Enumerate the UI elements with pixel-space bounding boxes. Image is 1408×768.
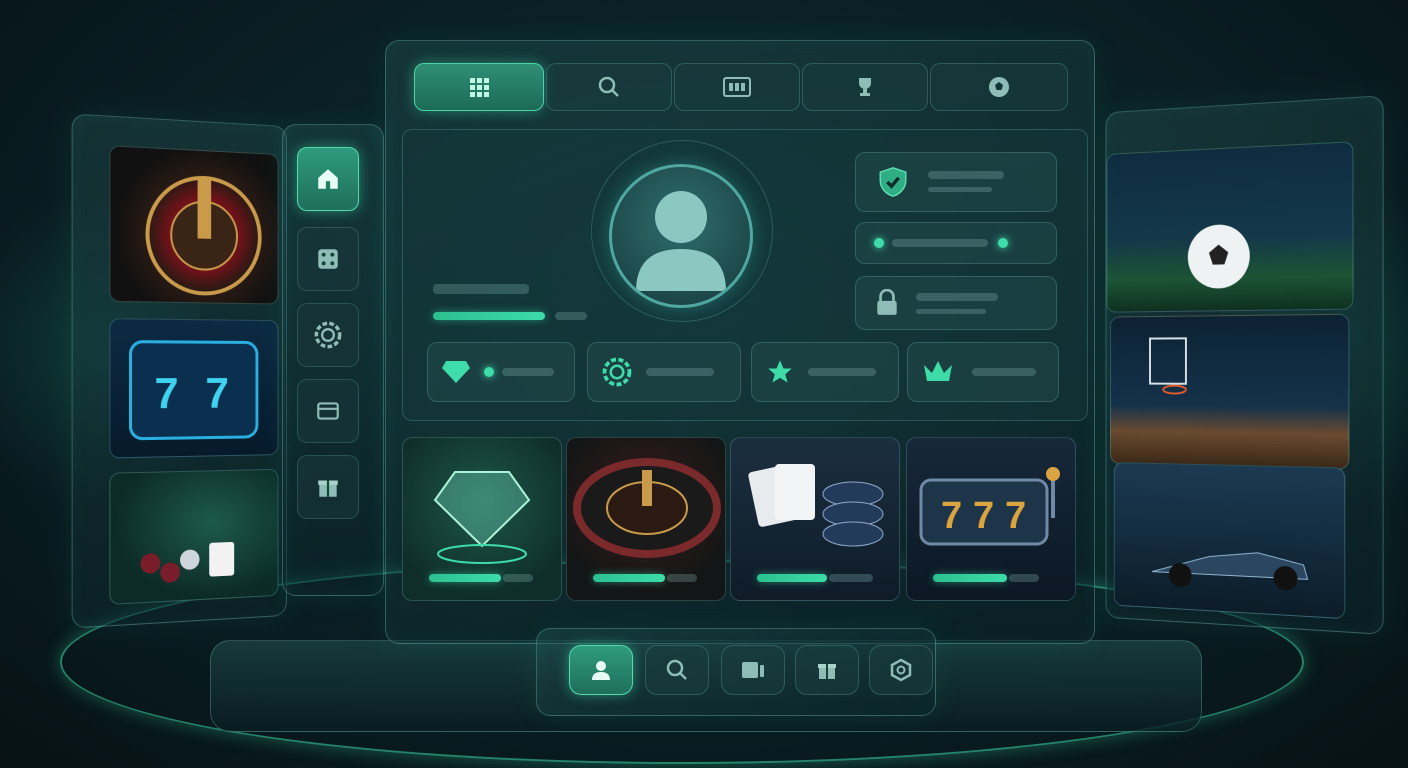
dock-cards-button[interactable] <box>721 645 785 695</box>
svg-text:7: 7 <box>1005 495 1026 537</box>
game-tile-diamond[interactable] <box>402 437 562 601</box>
shield-check-icon <box>879 167 907 197</box>
slot-reels-icon <box>723 77 751 97</box>
left-thumb-slot[interactable]: 77 <box>109 318 279 459</box>
grid-icon <box>470 78 489 97</box>
tile-progress-track <box>667 574 697 582</box>
svg-text:7: 7 <box>154 369 178 418</box>
profile-card <box>402 129 1088 421</box>
tab-grid[interactable] <box>414 63 544 111</box>
stat-bar <box>646 368 714 376</box>
toggle-dot-right <box>998 238 1008 248</box>
dock-gift-button[interactable] <box>795 645 859 695</box>
right-sports-panel <box>1105 95 1384 635</box>
poker-chip-icon <box>602 357 632 387</box>
stat-dot <box>484 367 494 377</box>
game-tile-roulette[interactable] <box>566 437 726 601</box>
tab-search[interactable] <box>546 63 672 111</box>
poker-chip-icon <box>314 321 342 349</box>
diamond-art-icon <box>433 471 531 564</box>
stat-bar <box>502 368 554 376</box>
home-icon <box>318 169 338 189</box>
star-icon <box>768 360 792 383</box>
svg-text:7: 7 <box>205 369 229 418</box>
level-progress-track <box>555 312 587 320</box>
security-line-2 <box>928 187 992 192</box>
toggle-dot-left <box>874 238 884 248</box>
stat-card-star[interactable] <box>751 342 899 402</box>
settings-icon <box>890 658 912 682</box>
security-line-1 <box>928 171 1004 179</box>
soccer-ball-icon <box>1187 223 1250 289</box>
user-icon <box>592 661 610 680</box>
dock-profile-button[interactable] <box>569 645 633 695</box>
tile-progress-fill <box>429 574 501 582</box>
sidebar-item-dice[interactable] <box>297 227 359 291</box>
gift-icon <box>318 480 338 497</box>
bottom-dock <box>536 628 936 716</box>
basketball-hoop-icon <box>1111 315 1348 469</box>
tab-trophy[interactable] <box>802 63 928 111</box>
main-panel: 777 <box>385 40 1095 644</box>
search-icon <box>598 76 619 97</box>
toggle-setting-card[interactable] <box>855 222 1057 264</box>
diamond-icon <box>442 361 470 383</box>
user-avatar-icon <box>636 191 726 291</box>
poker-table-icon <box>140 541 235 584</box>
tile-progress-fill <box>593 574 665 582</box>
race-car-icon <box>1115 463 1345 592</box>
game-tile-slots[interactable]: 777 <box>906 437 1076 601</box>
left-thumb-roulette[interactable] <box>109 145 279 305</box>
username-placeholder <box>433 284 529 294</box>
toggle-track[interactable] <box>892 239 988 247</box>
soccer-ball-icon <box>989 77 1009 97</box>
slot-777-art-icon: 777 <box>919 467 1060 546</box>
right-thumb-basketball[interactable] <box>1110 313 1350 470</box>
trophy-icon <box>859 78 871 96</box>
crown-icon <box>924 361 952 381</box>
stat-bar <box>972 368 1036 376</box>
lock-line-2 <box>916 309 986 314</box>
lock-icon <box>877 289 897 315</box>
stat-card-crown[interactable] <box>907 342 1059 402</box>
tile-progress-track <box>829 574 873 582</box>
dock-search-button[interactable] <box>645 645 709 695</box>
sidebar-item-gift[interactable] <box>297 455 359 519</box>
roulette-icon <box>110 146 277 303</box>
level-progress-fill <box>433 312 545 320</box>
game-tile-cards[interactable] <box>730 437 900 601</box>
svg-text:7: 7 <box>941 495 962 537</box>
wallet-icon <box>317 402 339 420</box>
tile-progress-track <box>503 574 533 582</box>
stat-card-diamond[interactable] <box>427 342 575 402</box>
sidebar <box>282 124 384 596</box>
cards-chips-art-icon <box>748 464 884 547</box>
right-thumb-racing[interactable] <box>1113 462 1346 620</box>
tile-progress-fill <box>757 574 827 582</box>
dock-settings-button[interactable] <box>869 645 933 695</box>
tile-progress-fill <box>933 574 1007 582</box>
sidebar-item-home[interactable] <box>297 147 359 211</box>
roulette-art-icon <box>573 458 721 558</box>
tab-soccer[interactable] <box>930 63 1068 111</box>
left-games-panel: 77 <box>71 113 287 629</box>
slot-777-icon: 77 <box>110 319 277 457</box>
tab-slots[interactable] <box>674 63 800 111</box>
stat-card-chip[interactable] <box>587 342 741 402</box>
dice-icon <box>318 249 338 269</box>
security-status-card[interactable] <box>855 152 1057 212</box>
right-thumb-soccer[interactable] <box>1106 141 1354 313</box>
lock-setting-card[interactable] <box>855 276 1057 330</box>
left-thumb-poker[interactable] <box>109 468 279 605</box>
gift-icon <box>818 664 836 679</box>
sidebar-item-wallet[interactable] <box>297 379 359 443</box>
cards-icon <box>742 662 764 678</box>
sidebar-item-chip[interactable] <box>297 303 359 367</box>
lock-line-1 <box>916 293 998 301</box>
avatar[interactable] <box>609 164 753 308</box>
stat-bar <box>808 368 876 376</box>
svg-text:7: 7 <box>973 495 994 537</box>
tile-progress-track <box>1009 574 1039 582</box>
search-icon <box>666 659 687 680</box>
